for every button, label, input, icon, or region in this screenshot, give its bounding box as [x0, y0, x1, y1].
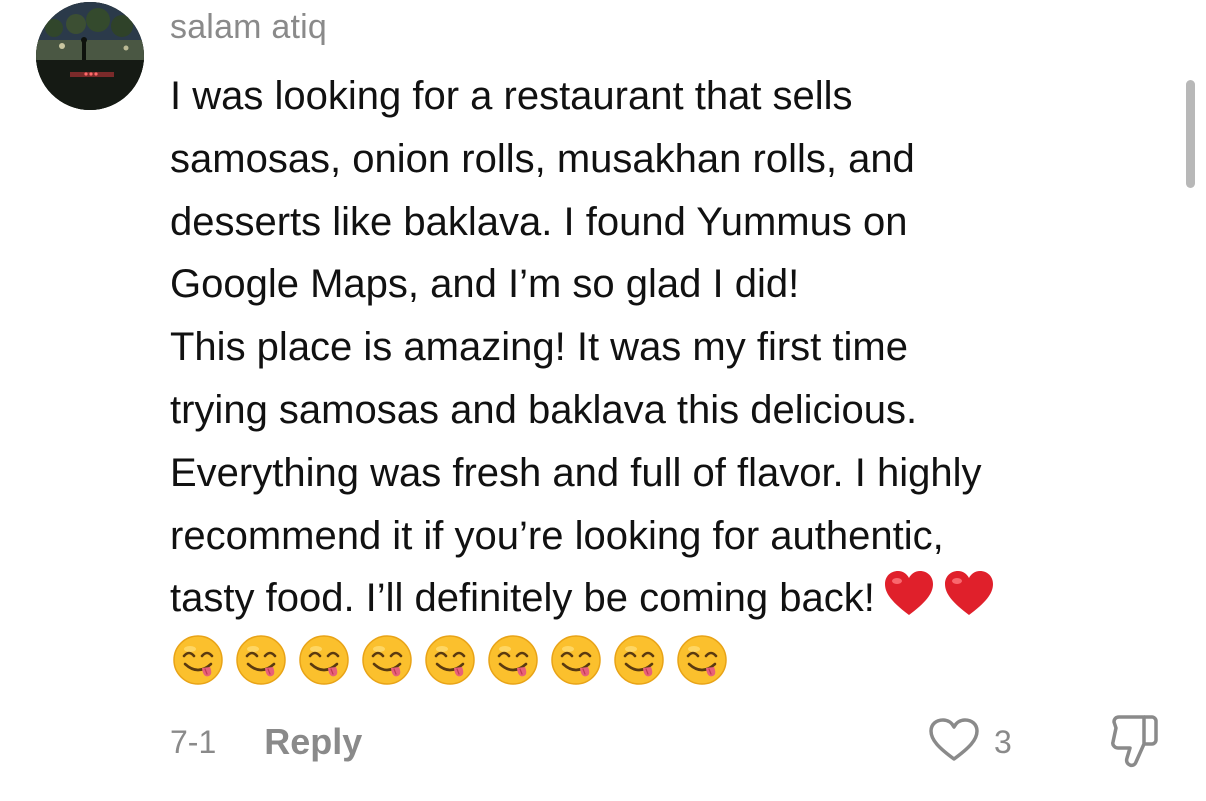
face-savoring-food-icon	[676, 634, 728, 686]
face-savoring-food-icon	[172, 634, 224, 686]
like-count: 3	[994, 723, 1012, 760]
face-savoring-food-icon	[361, 634, 413, 686]
comment-text-line: This place is amazing! It was my first t…	[170, 325, 908, 370]
comment-text-line: Everything was fresh and full of flavor.…	[170, 450, 982, 495]
comment-text-line: trying samosas and baklava this deliciou…	[170, 387, 918, 432]
scrollbar-thumb[interactable]	[1186, 80, 1195, 188]
comment-author[interactable]: salam atiq	[170, 8, 327, 47]
comment-text-last-line: tasty food. I’ll definitely be coming ba…	[170, 567, 1160, 638]
like-button[interactable]: 3	[928, 716, 1012, 768]
comment-text-line: desserts like baklava. I found Yummus on	[170, 199, 908, 244]
comment-text-line: tasty food. I’ll definitely be coming ba…	[170, 576, 875, 621]
comment-text-line: recommend it if you’re looking for authe…	[170, 513, 944, 558]
comment-meta: 7-1 Reply	[170, 720, 362, 764]
heart-outline-icon	[928, 717, 980, 768]
avatar-photo	[36, 2, 144, 110]
face-savoring-food-icon	[550, 634, 602, 686]
dislike-button[interactable]	[1108, 714, 1160, 770]
face-savoring-food-icon	[424, 634, 476, 686]
comment-text-line: samosas, onion rolls, musakhan rolls, an…	[170, 136, 915, 181]
red-heart-icon	[883, 569, 935, 638]
comment-date: 7-1	[170, 723, 217, 760]
face-savoring-food-icon	[613, 634, 665, 686]
face-savoring-food-icon	[298, 634, 350, 686]
comment-text-line: I was looking for a restaurant that sell…	[170, 74, 853, 118]
face-savoring-food-icon	[235, 634, 287, 686]
avatar[interactable]	[36, 2, 144, 110]
thumbs-down-icon	[1108, 715, 1160, 774]
comment-text-line: Google Maps, and I’m so glad I did!	[170, 262, 800, 307]
red-heart-icon	[943, 569, 995, 638]
reply-button[interactable]: Reply	[264, 721, 362, 763]
face-savoring-food-icon	[487, 634, 539, 686]
comment-text: I was looking for a restaurant that sell…	[170, 65, 1160, 638]
comment-item: salam atiq I was looking for a restauran…	[0, 0, 1206, 801]
emoji-row	[172, 634, 728, 686]
